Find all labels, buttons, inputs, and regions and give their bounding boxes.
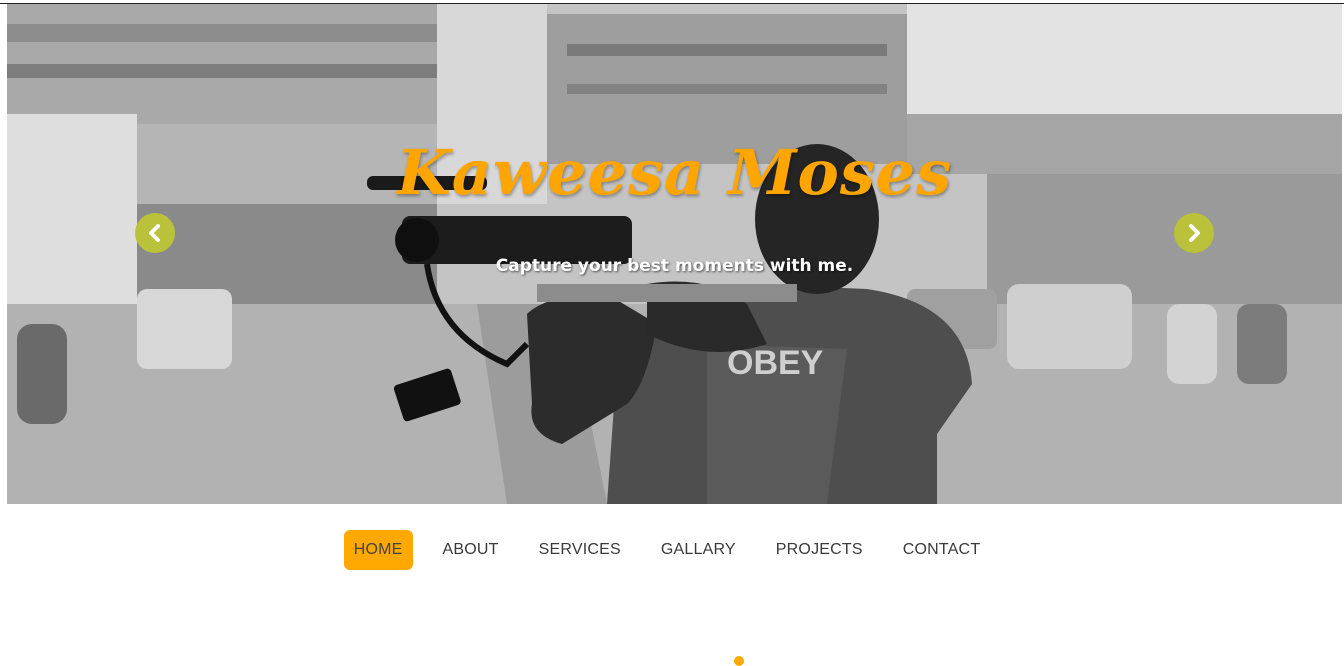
nav-contact[interactable]: CONTACT (893, 530, 991, 570)
main-navigation: HOME ABOUT SERVICES GALLARY PROJECTS CON… (0, 529, 1344, 571)
hero-background-photo: OBEY (7, 4, 1342, 504)
carousel-prev-button[interactable] (135, 213, 175, 253)
shirt-print-text: OBEY (727, 344, 824, 382)
nav-services[interactable]: SERVICES (529, 530, 631, 570)
hero-banner: OBEY Kaweesa Moses Capture your best mom… (7, 4, 1342, 504)
carousel-next-button[interactable] (1174, 213, 1214, 253)
chevron-right-icon (1189, 224, 1200, 242)
hero-tagline: Capture your best moments with me. (495, 256, 854, 276)
section-indicator-dot (734, 656, 744, 666)
chevron-left-icon (149, 224, 160, 242)
nav-home[interactable]: HOME (343, 530, 413, 570)
hero-title: Kaweesa Moses (396, 136, 953, 209)
nav-gallary[interactable]: GALLARY (651, 530, 746, 570)
nav-projects[interactable]: PROJECTS (766, 530, 873, 570)
nav-about[interactable]: ABOUT (433, 530, 509, 570)
